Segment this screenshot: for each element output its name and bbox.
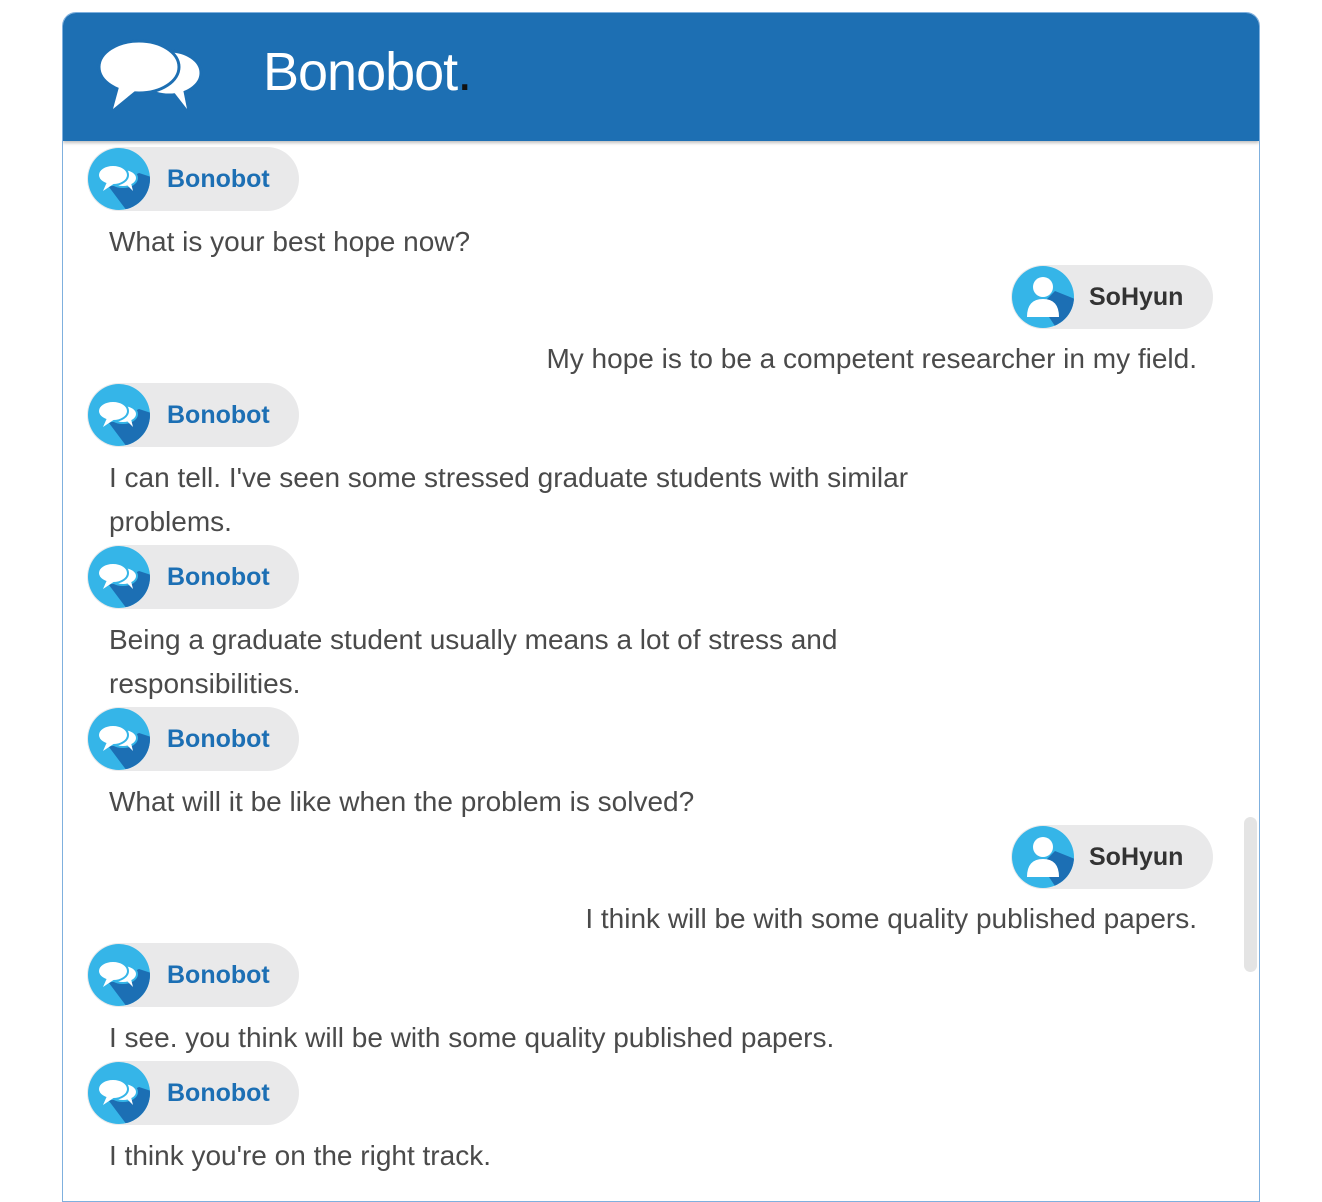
speech-bubbles-icon xyxy=(97,39,203,109)
sender-name: Bonobot xyxy=(167,725,270,753)
bot-avatar-icon xyxy=(87,1061,151,1125)
sender-name: Bonobot xyxy=(167,961,270,989)
bot-message: I see. you think will be with some quali… xyxy=(109,1022,835,1053)
sender-name: Bonobot xyxy=(167,165,270,193)
sender-badge-bot: Bonobot xyxy=(87,1061,299,1125)
bot-avatar-icon xyxy=(87,147,151,211)
user-avatar-icon xyxy=(1011,825,1075,889)
scrollbar-thumb[interactable] xyxy=(1244,817,1257,972)
user-message: I think will be with some quality publis… xyxy=(585,903,1197,934)
bot-message: I can tell. I've seen some stressed grad… xyxy=(109,462,909,537)
sender-name: Bonobot xyxy=(167,563,270,591)
bot-message: What will it be like when the problem is… xyxy=(109,786,695,817)
sender-name: Bonobot xyxy=(167,1079,270,1107)
sender-name: SoHyun xyxy=(1089,283,1184,311)
sender-badge-bot: Bonobot xyxy=(87,545,299,609)
bot-avatar-icon xyxy=(87,707,151,771)
chat-window: Bonobot. Bonobot What is your best hope … xyxy=(62,12,1260,1202)
bot-avatar-icon xyxy=(87,545,151,609)
user-message: My hope is to be a competent researcher … xyxy=(546,343,1197,374)
sender-name: Bonobot xyxy=(167,401,270,429)
sender-badge-bot: Bonobot xyxy=(87,943,299,1007)
bot-message: What is your best hope now? xyxy=(109,226,471,257)
bot-message: Being a graduate student usually means a… xyxy=(109,624,838,699)
sender-name: SoHyun xyxy=(1089,843,1184,871)
bot-avatar-icon xyxy=(87,943,151,1007)
sender-badge-user: SoHyun xyxy=(1011,265,1213,329)
conversation-area[interactable]: Bonobot What is your best hope now? SoHy… xyxy=(63,141,1259,1201)
user-avatar-icon xyxy=(1011,265,1075,329)
bot-avatar-icon xyxy=(87,383,151,447)
sender-badge-bot: Bonobot xyxy=(87,147,299,211)
app-header: Bonobot. xyxy=(63,13,1259,141)
app-title: Bonobot. xyxy=(263,42,472,102)
sender-badge-user: SoHyun xyxy=(1011,825,1213,889)
sender-badge-bot: Bonobot xyxy=(87,707,299,771)
bot-message: I think you're on the right track. xyxy=(109,1140,491,1171)
sender-badge-bot: Bonobot xyxy=(87,383,299,447)
